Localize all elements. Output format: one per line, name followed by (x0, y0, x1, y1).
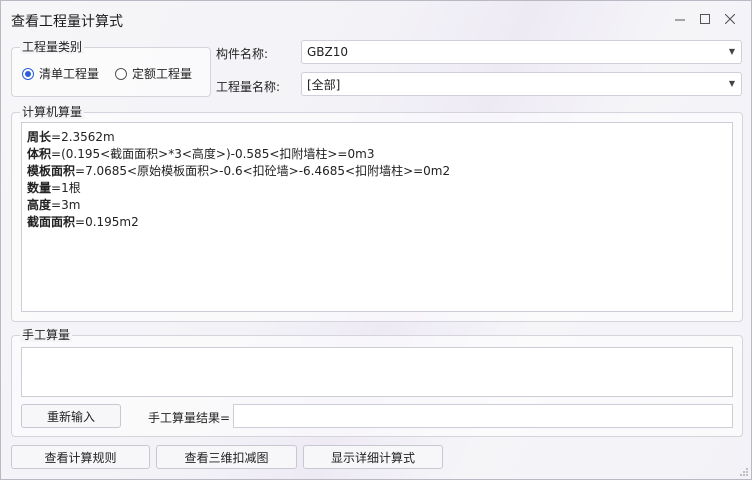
close-button[interactable] (717, 8, 743, 30)
radio-checked-icon (22, 67, 34, 80)
calc-line: 周长=2.3562m (27, 130, 115, 144)
view-3d-deduction-button[interactable]: 查看三维扣减图 (156, 445, 297, 469)
reenter-button[interactable]: 重新输入 (21, 404, 121, 428)
window-title: 查看工程量计算式 (11, 14, 123, 30)
qty-name-value: [全部] (307, 77, 341, 92)
computer-calc-group: 计算机算量 周长=2.3562m 体积=(0.195<截面面积>*3<高度>)-… (11, 105, 743, 322)
calc-line: 截面面积=0.195m2 (27, 215, 139, 229)
resize-grip-icon[interactable] (739, 467, 749, 477)
manual-calc-group: 手工算量 重新输入 手工算量结果= (11, 328, 743, 437)
minimize-button[interactable] (667, 8, 693, 30)
dialog-window: 查看工程量计算式 工程量类别 清单工程量 定额工程量 构件名称: GBZ10 ▼… (0, 0, 752, 480)
radio-list-qty-label: 清单工程量 (39, 67, 100, 81)
qty-name-select[interactable]: [全部] ▼ (301, 72, 742, 96)
maximize-button[interactable] (692, 8, 718, 30)
chevron-down-icon: ▼ (728, 79, 735, 88)
radio-unchecked-icon (115, 67, 127, 80)
view-rules-button[interactable]: 查看计算规则 (11, 445, 150, 469)
calc-line: 高度=3m (27, 198, 81, 212)
calc-line: 模板面积=7.0685<原始模板面积>-0.6<扣砼墙>-6.4685<扣附墙柱… (27, 164, 451, 178)
qty-type-group: 工程量类别 清单工程量 定额工程量 (11, 40, 211, 97)
calc-line: 体积=(0.195<截面面积>*3<高度>)-0.585<扣附墙柱>=0m3 (27, 147, 375, 161)
component-name-value: GBZ10 (307, 45, 349, 59)
manual-result-input[interactable] (233, 404, 733, 428)
computer-calc-legend: 计算机算量 (20, 105, 85, 119)
component-name-label: 构件名称: (216, 47, 269, 61)
manual-calc-input[interactable] (21, 347, 733, 397)
title-bar[interactable]: 查看工程量计算式 (1, 1, 751, 39)
qty-name-label: 工程量名称: (216, 80, 281, 94)
computer-calc-text[interactable]: 周长=2.3562m 体积=(0.195<截面面积>*3<高度>)-0.585<… (21, 122, 733, 312)
qty-type-legend: 工程量类别 (20, 40, 85, 54)
radio-list-qty[interactable]: 清单工程量 (22, 65, 99, 82)
component-name-select[interactable]: GBZ10 ▼ (301, 40, 742, 64)
chevron-down-icon: ▼ (728, 47, 735, 56)
maximize-icon (700, 14, 710, 24)
manual-result-label: 手工算量结果= (148, 411, 231, 425)
show-detail-button[interactable]: 显示详细计算式 (303, 445, 443, 469)
manual-calc-legend: 手工算量 (20, 328, 73, 342)
radio-quota-qty-label: 定额工程量 (132, 67, 193, 81)
close-icon (725, 14, 735, 24)
radio-quota-qty[interactable]: 定额工程量 (115, 65, 192, 82)
minimize-icon (675, 19, 685, 21)
calc-line: 数量=1根 (27, 181, 81, 195)
